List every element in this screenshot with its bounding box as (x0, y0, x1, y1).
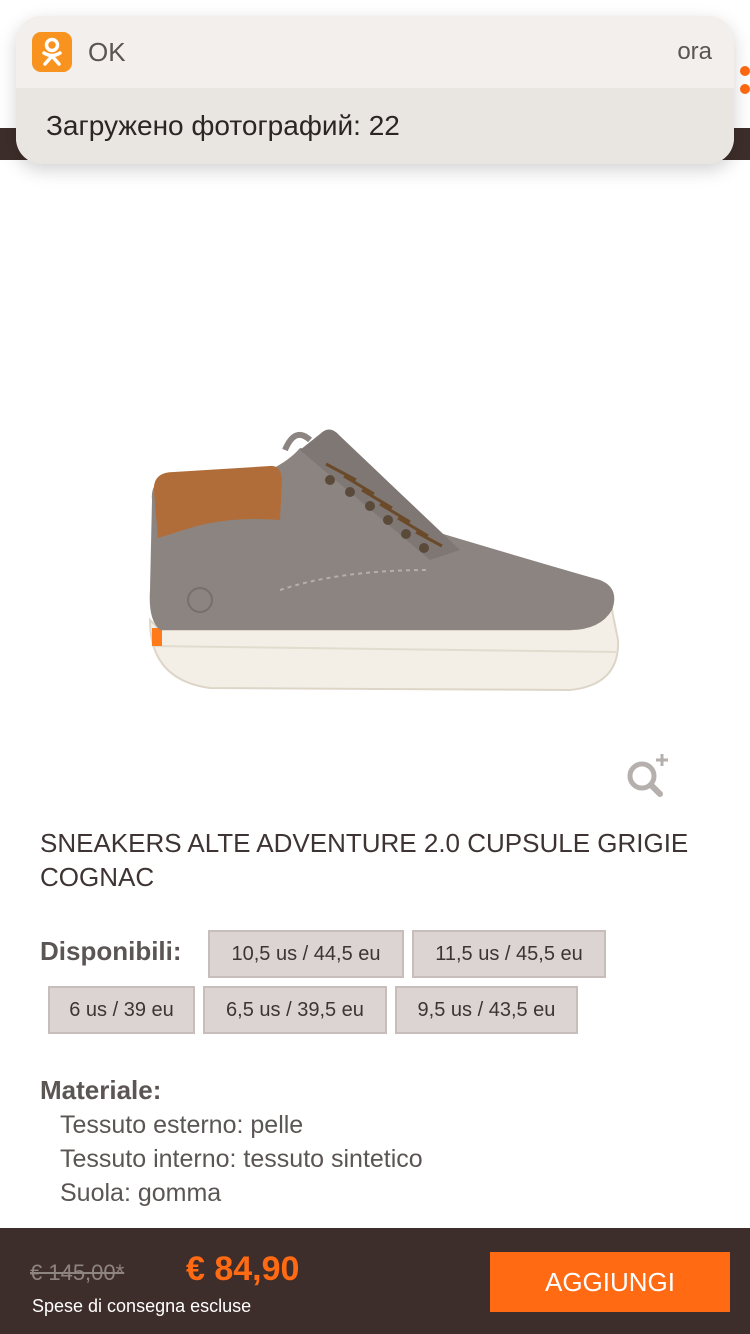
notification-message: Загружено фотографий: 22 (16, 88, 734, 164)
size-option[interactable]: 11,5 us / 45,5 eu (412, 930, 606, 978)
zoom-in-icon[interactable] (624, 752, 670, 798)
shoe-image[interactable] (130, 420, 630, 720)
size-option[interactable]: 6,5 us / 39,5 eu (203, 986, 387, 1034)
current-price: € 84,90 (186, 1250, 300, 1288)
shipping-note: Spese di consegna escluse (32, 1296, 252, 1316)
add-to-cart-button[interactable]: AGGIUNGI (490, 1252, 730, 1312)
odnoklassniki-icon (32, 32, 72, 72)
size-option[interactable]: 9,5 us / 43,5 eu (395, 986, 578, 1034)
material-sole: Suola: gomma (60, 1179, 222, 1207)
header-menu-dots[interactable] (732, 66, 750, 106)
material-section: Materiale: Tessuto esterno: pelle Tessut… (40, 1072, 423, 1210)
material-outer: Tessuto esterno: pelle (60, 1111, 304, 1139)
sizes-label: Disponibili: (40, 936, 182, 966)
old-price: € 145,00* (30, 1260, 125, 1285)
size-option[interactable]: 6 us / 39 eu (48, 986, 195, 1034)
notification-time: ora (677, 38, 712, 65)
size-option[interactable]: 10,5 us / 44,5 eu (208, 930, 404, 978)
product-title: SNEAKERS ALTE ADVENTURE 2.0 CUPSULE GRIG… (40, 828, 689, 892)
notification-header: OK ora (16, 16, 734, 88)
push-notification[interactable]: OK ora Загружено фотографий: 22 (16, 16, 734, 164)
purchase-bar: € 145,00* € 84,90 Spese di consegna escl… (0, 1228, 750, 1334)
material-label: Materiale: (40, 1075, 162, 1105)
material-inner: Tessuto interno: tessuto sintetico (60, 1145, 423, 1173)
notification-app-name: OK (88, 36, 126, 67)
